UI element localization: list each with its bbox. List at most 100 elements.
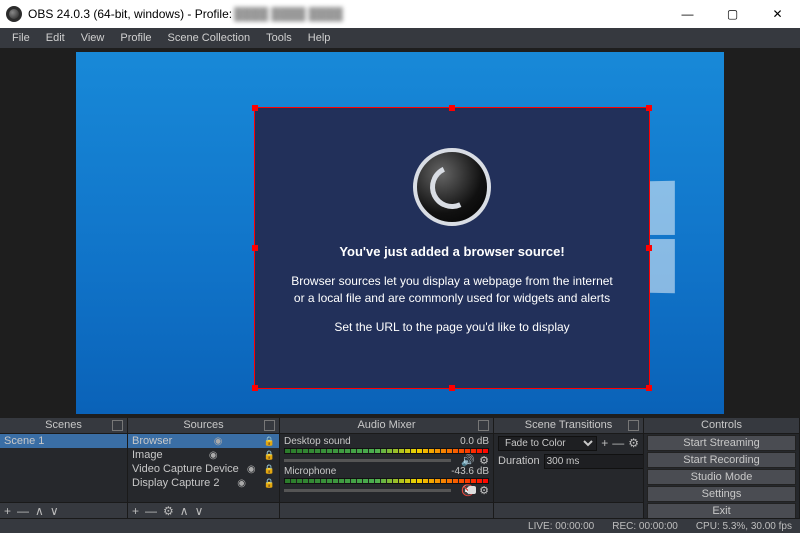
menu-help[interactable]: Help — [300, 30, 339, 46]
window-title: OBS 24.0.3 (64-bit, windows) - Profile: — [28, 7, 232, 21]
mixer-channel: Microphone -43.6 dB 🔇⚙ — [280, 464, 493, 494]
lock-icon[interactable] — [264, 450, 275, 461]
transition-select[interactable]: Fade to Color — [498, 436, 597, 451]
resize-handle-w[interactable] — [252, 245, 258, 251]
sources-dock: Sources Browser Image Video Capture Devi… — [128, 418, 280, 518]
duration-input[interactable] — [544, 454, 643, 469]
browser-source-placeholder: You've just added a browser source! Brow… — [255, 108, 649, 388]
resize-handle-e[interactable] — [646, 245, 652, 251]
exit-button[interactable]: Exit — [647, 503, 796, 518]
window-maximize-button[interactable]: ▢ — [710, 0, 755, 28]
scene-up-button[interactable]: ∧ — [35, 504, 44, 518]
app-icon — [6, 6, 22, 22]
source-item[interactable]: Display Capture 2 — [128, 476, 279, 490]
duration-label: Duration — [498, 455, 540, 467]
controls-dock: Controls Start Streaming Start Recording… — [644, 418, 800, 518]
settings-button[interactable]: Settings — [647, 486, 796, 502]
source-item[interactable]: Video Capture Device — [128, 462, 279, 476]
transition-settings-icon[interactable]: ⚙ — [628, 436, 639, 450]
source-down-button[interactable]: ∨ — [195, 504, 204, 518]
channel-db: 0.0 dB — [460, 436, 489, 447]
source-item-label: Browser — [132, 435, 172, 447]
lock-icon[interactable] — [264, 478, 275, 489]
browser-source-heading: You've just added a browser source! — [339, 244, 564, 259]
scene-down-button[interactable]: ∨ — [50, 504, 59, 518]
resize-handle-se[interactable] — [646, 385, 652, 391]
scene-item[interactable]: Scene 1 — [0, 434, 127, 448]
undock-icon[interactable] — [628, 420, 639, 431]
source-item[interactable]: Browser — [128, 434, 279, 448]
audio-mixer-dock: Audio Mixer Desktop sound0.0 dB 🔊⚙ Micro… — [280, 418, 494, 518]
status-cpu: CPU: 5.3%, 30.00 fps — [696, 521, 792, 532]
add-scene-button[interactable]: + — [4, 504, 11, 518]
browser-source-desc-2: Set the URL to the page you'd like to di… — [334, 319, 569, 336]
status-live: LIVE: 00:00:00 — [528, 521, 594, 532]
transition-add-button[interactable]: + — [601, 436, 608, 450]
source-properties-button[interactable]: ⚙ — [163, 504, 174, 518]
undock-icon[interactable] — [478, 420, 489, 431]
remove-source-button[interactable]: — — [145, 504, 157, 518]
sources-title: Sources — [183, 419, 223, 431]
preview-canvas[interactable]: You've just added a browser source! Brow… — [76, 52, 724, 414]
controls-title: Controls — [701, 419, 742, 431]
transitions-title: Scene Transitions — [525, 419, 612, 431]
source-up-button[interactable]: ∧ — [180, 504, 189, 518]
resize-handle-ne[interactable] — [646, 105, 652, 111]
source-item-label: Video Capture Device — [132, 463, 239, 475]
mixer-title: Audio Mixer — [357, 419, 415, 431]
start-recording-button[interactable]: Start Recording — [647, 452, 796, 468]
add-source-button[interactable]: + — [132, 504, 139, 518]
channel-settings-icon[interactable]: ⚙ — [479, 454, 489, 467]
visibility-icon[interactable] — [247, 464, 256, 475]
undock-icon[interactable] — [112, 420, 123, 431]
lock-icon[interactable] — [264, 464, 275, 475]
source-selection-box[interactable]: You've just added a browser source! Brow… — [254, 107, 650, 389]
window-close-button[interactable]: ✕ — [755, 0, 800, 28]
profile-name-blurred: ████ ████ ████ — [234, 7, 343, 21]
audio-meter — [284, 478, 489, 484]
obs-logo-icon — [413, 148, 491, 226]
remove-scene-button[interactable]: — — [17, 504, 29, 518]
browser-source-desc-1: Browser sources let you display a webpag… — [285, 273, 619, 307]
lock-icon[interactable] — [264, 436, 275, 447]
visibility-icon[interactable] — [209, 450, 218, 461]
menu-file[interactable]: File — [4, 30, 38, 46]
speaker-icon[interactable]: 🔊 — [461, 454, 475, 467]
menu-tools[interactable]: Tools — [258, 30, 300, 46]
source-item-label: Display Capture 2 — [132, 477, 219, 489]
resize-handle-sw[interactable] — [252, 385, 258, 391]
channel-settings-icon[interactable]: ⚙ — [479, 484, 489, 497]
source-item[interactable]: Image — [128, 448, 279, 462]
scenes-dock: Scenes Scene 1 + — ∧ ∨ — [0, 418, 128, 518]
undock-icon[interactable] — [264, 420, 275, 431]
resize-handle-nw[interactable] — [252, 105, 258, 111]
docks-row: Scenes Scene 1 + — ∧ ∨ Sources Browser I… — [0, 418, 800, 518]
volume-slider[interactable]: 🔊⚙ — [284, 456, 489, 464]
transitions-dock: Scene Transitions Fade to Color + — ⚙ Du… — [494, 418, 644, 518]
source-item-label: Image — [132, 449, 163, 461]
menu-edit[interactable]: Edit — [38, 30, 73, 46]
visibility-icon[interactable] — [237, 478, 246, 489]
scene-item-label: Scene 1 — [4, 435, 44, 447]
studio-mode-button[interactable]: Studio Mode — [647, 469, 796, 485]
menu-bar: File Edit View Profile Scene Collection … — [0, 28, 800, 48]
preview-area[interactable]: You've just added a browser source! Brow… — [0, 48, 800, 418]
scenes-title: Scenes — [45, 419, 82, 431]
window-titlebar: OBS 24.0.3 (64-bit, windows) - Profile: … — [0, 0, 800, 28]
resize-handle-s[interactable] — [449, 385, 455, 391]
visibility-icon[interactable] — [214, 436, 223, 447]
window-minimize-button[interactable]: — — [665, 0, 710, 28]
status-rec: REC: 00:00:00 — [612, 521, 678, 532]
menu-scene-collection[interactable]: Scene Collection — [160, 30, 259, 46]
channel-db: -43.6 dB — [451, 466, 489, 477]
mixer-channel: Desktop sound0.0 dB 🔊⚙ — [280, 434, 493, 464]
transition-remove-button[interactable]: — — [612, 436, 624, 450]
menu-profile[interactable]: Profile — [112, 30, 159, 46]
resize-handle-n[interactable] — [449, 105, 455, 111]
volume-slider[interactable]: 🔇⚙ — [284, 486, 489, 494]
channel-name: Microphone — [284, 466, 336, 477]
status-bar: LIVE: 00:00:00 REC: 00:00:00 CPU: 5.3%, … — [0, 518, 800, 533]
menu-view[interactable]: View — [73, 30, 113, 46]
audio-meter — [284, 448, 489, 454]
start-streaming-button[interactable]: Start Streaming — [647, 435, 796, 451]
